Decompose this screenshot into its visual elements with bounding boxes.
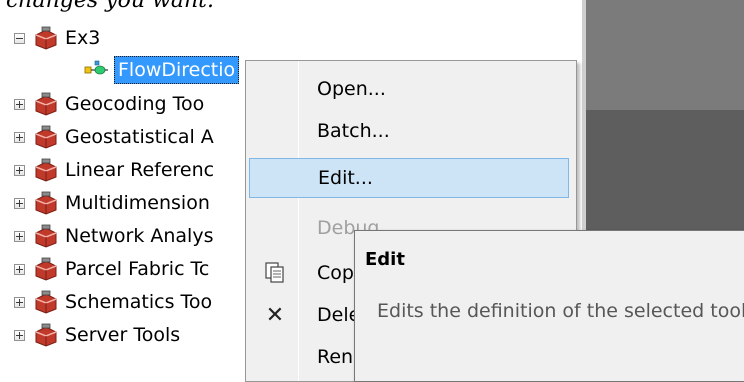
tree-node-label: Linear Referenc [65, 159, 215, 181]
tree-node-label: Multidimension [65, 192, 210, 214]
tree-node-label: Network Analys [65, 225, 214, 247]
tree-node-label: Geocoding Too [65, 93, 205, 115]
expand-toggle-icon[interactable] [14, 296, 25, 308]
delete-icon: ✕ [265, 302, 285, 328]
toolbox-icon [35, 158, 57, 182]
toolbox-icon [35, 125, 57, 149]
tree-node-label: Parcel Fabric Tc [65, 258, 210, 280]
tree-node-ex3[interactable]: Ex3 [14, 22, 100, 54]
collapse-toggle-icon[interactable] [14, 32, 25, 44]
tree-node[interactable]: Network Analys [14, 220, 213, 252]
menu-item-label: Batch... [317, 120, 390, 142]
tree-node[interactable]: Geocoding Too [14, 88, 204, 120]
menu-item-open[interactable]: Open... [249, 69, 569, 109]
tree-node-label: Schematics Too [65, 291, 213, 313]
menu-item-label: Open... [317, 78, 386, 100]
tree-node-label: Geostatistical A [65, 126, 214, 148]
tree-node-flowdirection[interactable]: FlowDirectio [84, 54, 240, 86]
toolbox-icon [35, 257, 57, 281]
expand-toggle-icon[interactable] [14, 263, 25, 275]
tree-node[interactable]: Geostatistical A [14, 121, 214, 153]
tree-node[interactable]: Server Tools [14, 319, 180, 351]
tooltip: Edit Edits the definition of the selecte… [354, 230, 744, 382]
menu-item-label: Edit... [318, 167, 373, 189]
expand-toggle-icon[interactable] [14, 164, 25, 176]
menu-item-batch[interactable]: Batch... [249, 111, 569, 151]
toolbox-icon [35, 224, 57, 248]
expand-toggle-icon[interactable] [14, 197, 25, 209]
model-tool-icon [84, 60, 108, 75]
tree-node-label-selected: FlowDirectio [114, 56, 240, 84]
map-pane-upper [586, 0, 744, 110]
menu-item-edit[interactable]: Edit... [249, 158, 569, 198]
tooltip-title: Edit [365, 249, 405, 270]
toolbox-icon [35, 323, 57, 347]
expand-toggle-icon[interactable] [14, 329, 25, 341]
tree-node[interactable]: Linear Referenc [14, 154, 214, 186]
toolbox-icon [35, 290, 57, 314]
expand-toggle-icon[interactable] [14, 131, 25, 143]
menu-item-label: Cop [317, 262, 354, 284]
toolbox-icon [35, 26, 57, 50]
tree-node[interactable]: Multidimension [14, 187, 210, 219]
tree-node[interactable]: Parcel Fabric Tc [14, 253, 209, 285]
tree-node-label: Server Tools [65, 324, 181, 346]
expand-toggle-icon[interactable] [14, 98, 25, 110]
menu-item-label: Ren [317, 346, 354, 368]
expand-toggle-icon[interactable] [14, 230, 25, 242]
toolbox-icon [35, 92, 57, 116]
tree-node-label: Ex3 [65, 27, 101, 49]
copy-icon [263, 261, 287, 285]
tree-node[interactable]: Schematics Too [14, 286, 212, 318]
tooltip-description: Edits the definition of the selected too… [377, 300, 744, 322]
toolbox-icon [35, 191, 57, 215]
